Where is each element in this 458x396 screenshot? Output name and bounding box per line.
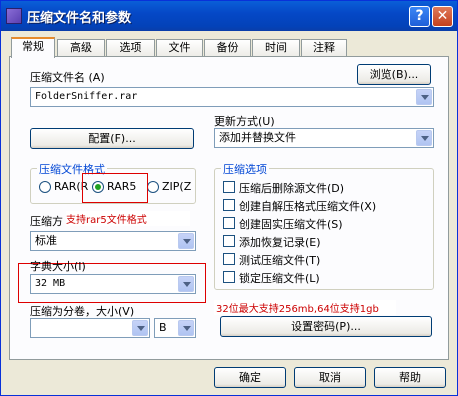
chevron-down-icon[interactable] [178, 276, 194, 292]
tab-files[interactable]: 文件 [156, 39, 203, 57]
compression-method-label: 压缩方 [30, 215, 63, 228]
archiving-options-group: 压缩选项 压缩后删除源文件(D) 创建自解压格式压缩文件(X) 创建固实压缩文件… [214, 161, 434, 290]
compression-method-select[interactable]: 标准 [30, 231, 196, 251]
tab-backup[interactable]: 备份 [204, 39, 251, 57]
recovery-record-checkbox[interactable] [223, 235, 235, 247]
rar5-annotation: 支持rar5文件格式 [66, 211, 190, 226]
sfx-label: 创建自解压格式压缩文件(X) [239, 200, 377, 213]
dictionary-size-label: 字典大小(I) [30, 260, 86, 273]
solid-checkbox[interactable] [223, 217, 235, 229]
delete-after-checkbox[interactable] [223, 181, 235, 193]
dictionary-annotation: 32位最大支持256mb,64位支持1gb [214, 300, 396, 315]
tab-time[interactable]: 时间 [252, 39, 300, 57]
update-mode-select[interactable]: 添加并替换文件 [214, 128, 434, 148]
chevron-down-icon[interactable] [132, 320, 148, 336]
split-volume-label: 压缩为分卷，大小(V) [30, 305, 135, 318]
delete-after-label: 压缩后删除源文件(D) [239, 182, 345, 195]
update-mode-value: 添加并替换文件 [219, 131, 296, 144]
split-unit-value: B [159, 321, 167, 334]
rar5-highlight-box [82, 173, 148, 203]
dictionary-size-value: 32 MB [35, 278, 66, 289]
zip-radio[interactable] [147, 181, 159, 193]
archive-name-input[interactable]: FolderSniffer.rar [30, 87, 434, 107]
dialog-window: 压缩文件名和参数 ? ✕ 常规 高级 选项 文件 备份 时间 注释 压缩文件名 … [0, 0, 458, 396]
profiles-button[interactable]: 配置(F)... [30, 128, 194, 149]
winrar-icon [6, 8, 22, 24]
test-archive-label: 测试压缩文件(T) [239, 254, 321, 267]
dictionary-size-select[interactable]: 32 MB [30, 274, 196, 294]
zip-label: ZIP(Z [162, 180, 192, 193]
rar-radio[interactable] [39, 181, 51, 193]
ok-button[interactable]: 确定 [214, 367, 286, 388]
help-title-button[interactable]: ? [409, 6, 430, 27]
tab-general[interactable]: 常规 [11, 37, 55, 58]
general-panel: 压缩文件名 (A) 浏览(B)... FolderSniffer.rar 更新方… [9, 56, 449, 360]
lock-archive-checkbox[interactable] [223, 271, 235, 283]
solid-label: 创建固实压缩文件(S) [239, 218, 343, 231]
browse-button[interactable]: 浏览(B)... [357, 64, 431, 85]
chevron-down-icon[interactable] [178, 233, 194, 249]
window-title: 压缩文件名和参数 [27, 11, 132, 26]
set-password-button[interactable]: 设置密码(P)... [220, 316, 432, 337]
split-unit-select[interactable]: B [154, 318, 196, 338]
update-mode-label: 更新方式(U) [214, 115, 275, 128]
chevron-down-icon[interactable] [178, 320, 194, 336]
tab-options[interactable]: 选项 [106, 39, 155, 57]
tab-advanced[interactable]: 高级 [57, 39, 105, 57]
archive-name-label: 压缩文件名 (A) [30, 71, 105, 84]
lock-archive-label: 锁定压缩文件(L) [239, 272, 320, 285]
cancel-button[interactable]: 取消 [294, 367, 366, 388]
sfx-checkbox[interactable] [223, 199, 235, 211]
chevron-down-icon[interactable] [416, 130, 432, 146]
compression-method-value: 标准 [35, 234, 57, 247]
tab-comment[interactable]: 注释 [301, 39, 347, 57]
title-bar[interactable]: 压缩文件名和参数 ? ✕ [1, 1, 457, 31]
archiving-options-title: 压缩选项 [221, 161, 269, 177]
help-button[interactable]: 帮助 [374, 367, 446, 388]
test-archive-checkbox[interactable] [223, 253, 235, 265]
recovery-record-label: 添加恢复记录(E) [239, 236, 321, 249]
archive-name-value: FolderSniffer.rar [35, 91, 138, 102]
split-size-input[interactable] [30, 318, 150, 338]
close-button[interactable]: ✕ [432, 6, 453, 27]
chevron-down-icon[interactable] [416, 89, 432, 105]
